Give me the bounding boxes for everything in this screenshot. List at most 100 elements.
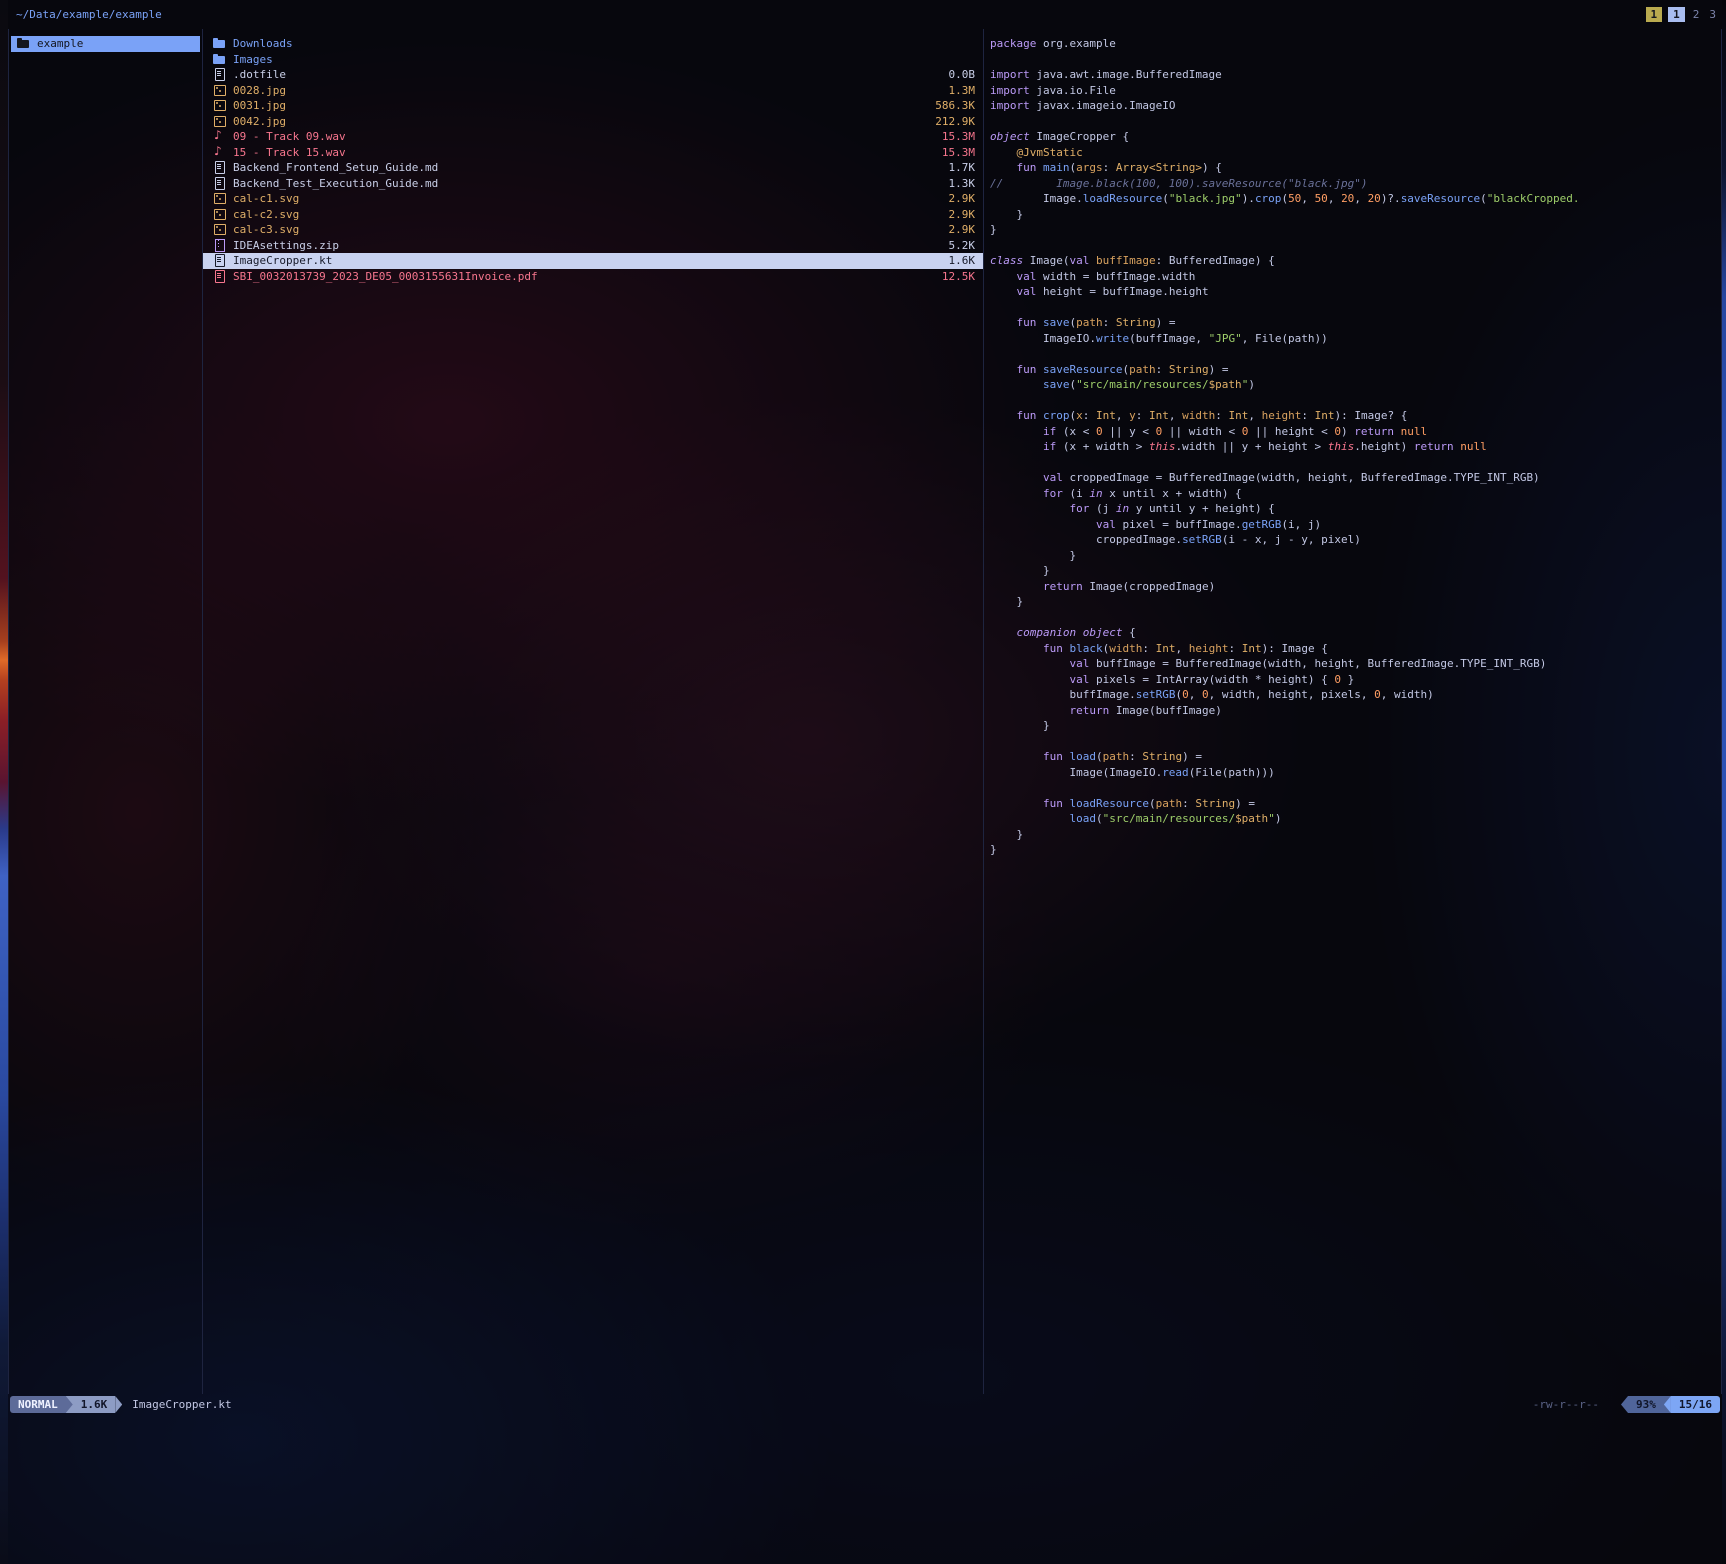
downloads-folder-icon (213, 37, 226, 50)
file-name: Backend_Test_Execution_Guide.md (233, 176, 937, 192)
tab-2[interactable]: 2 (1691, 7, 1702, 22)
code-line: fun load(path: String) = (990, 749, 1721, 765)
file-name: Images (233, 52, 963, 68)
file-name: cal-c3.svg (233, 222, 937, 238)
svg-file-icon (213, 208, 226, 221)
tab-3[interactable]: 3 (1707, 7, 1718, 22)
wallpaper-left-edge (0, 0, 8, 1564)
file-row[interactable]: 0028.jpg1.3M (203, 83, 983, 99)
file-size: 2.9K (949, 191, 976, 207)
status-filename: ImageCropper.kt (132, 1398, 231, 1411)
file-manager-panes: example DownloadsImages.dotfile0.0B0028.… (8, 29, 1722, 1394)
code-line: if (x + width > this.width || y + height… (990, 439, 1721, 455)
code-line: load("src/main/resources/$path") (990, 811, 1721, 827)
file-row[interactable]: Downloads (203, 36, 983, 52)
file-list: DownloadsImages.dotfile0.0B0028.jpg1.3M0… (203, 29, 983, 284)
file-name: 0031.jpg (233, 98, 923, 114)
code-line: } (990, 207, 1721, 223)
file-row[interactable]: cal-c1.svg 2.9K (203, 191, 983, 207)
images-folder-icon (213, 53, 226, 66)
code-line (990, 238, 1721, 254)
code-line: val width = buffImage.width (990, 269, 1721, 285)
file-size: 1.6K (949, 253, 976, 269)
code-line: fun saveResource(path: String) = (990, 362, 1721, 378)
image-file-icon (213, 99, 226, 112)
parent-item-example[interactable]: example (11, 36, 200, 52)
file-size: 5.2K (949, 238, 976, 254)
file-row[interactable]: Backend_Test_Execution_Guide.md 1.3K (203, 176, 983, 192)
file-row[interactable]: cal-c3.svg2.9K (203, 222, 983, 238)
powerline-separator (1664, 1396, 1671, 1413)
file-name: .dotfile (233, 67, 937, 83)
code-line (990, 346, 1721, 362)
svg-file-icon (213, 192, 226, 205)
file-name: 09 - Track 09.wav (233, 129, 930, 145)
audio-file-icon (213, 146, 226, 159)
tab-1[interactable]: 1 (1646, 7, 1663, 22)
code-line: class Image(val buffImage: BufferedImage… (990, 253, 1721, 269)
code-line (990, 300, 1721, 316)
image-file-icon (213, 115, 226, 128)
code-line: } (990, 548, 1721, 564)
file-row[interactable]: .dotfile0.0B (203, 67, 983, 83)
file-size: 586.3K (935, 98, 975, 114)
wallpaper-right-edge (1722, 0, 1726, 1564)
code-line: val croppedImage = BufferedImage(width, … (990, 470, 1721, 486)
file-row[interactable]: IDEAsettings.zip5.2K (203, 238, 983, 254)
code-line: Image(ImageIO.read(File(path))) (990, 765, 1721, 781)
markdown-file-icon (213, 161, 226, 174)
file-name: SBI_0032013739_2023_DE05_0003155631Invoi… (233, 269, 930, 285)
code-line: if (x < 0 || y < 0 || width < 0 || heigh… (990, 424, 1721, 440)
preview-pane[interactable]: package org.example import java.awt.imag… (984, 29, 1722, 1394)
file-row[interactable]: ImageCropper.kt 1.6K (203, 253, 983, 269)
code-line: fun save(path: String) = (990, 315, 1721, 331)
status-bar-right: -rw-r--r-- 93% 15/16 (1533, 1396, 1720, 1413)
file-row[interactable]: SBI_0032013739_2023_DE05_0003155631Invoi… (203, 269, 983, 285)
file-row[interactable]: 0031.jpg 586.3K (203, 98, 983, 114)
code-line: } (990, 594, 1721, 610)
file-row[interactable]: 0042.jpg212.9K (203, 114, 983, 130)
powerline-separator (66, 1396, 73, 1413)
code-line (990, 455, 1721, 471)
code-line (990, 610, 1721, 626)
code-line: Image.loadResource("black.jpg").crop(50,… (990, 191, 1721, 207)
code-line: @JvmStatic (990, 145, 1721, 161)
code-line: val pixels = IntArray(width * height) { … (990, 672, 1721, 688)
code-line: } (990, 222, 1721, 238)
file-row[interactable]: 09 - Track 09.wav15.3M (203, 129, 983, 145)
tab-1[interactable]: 1 (1668, 7, 1685, 22)
parent-directory-list: example (9, 29, 202, 52)
code-line: fun loadResource(path: String) = (990, 796, 1721, 812)
pdf-file-icon (213, 270, 226, 283)
kotlin-file-icon (213, 254, 226, 267)
code-line: } (990, 842, 1721, 858)
code-line: import javax.imageio.ImageIO (990, 98, 1721, 114)
current-pane: DownloadsImages.dotfile0.0B0028.jpg1.3M0… (203, 29, 984, 1394)
file-row[interactable]: 15 - Track 15.wav 15.3M (203, 145, 983, 161)
code-line: } (990, 827, 1721, 843)
code-line: } (990, 563, 1721, 579)
code-line: package org.example (990, 36, 1721, 52)
file-row[interactable]: Images (203, 52, 983, 68)
powerline-separator (115, 1396, 122, 1413)
file-name: cal-c1.svg (233, 191, 937, 207)
file-size: 15.3M (942, 145, 975, 161)
file-row[interactable]: cal-c2.svg2.9K (203, 207, 983, 223)
code-line: // Image.black(100, 100).saveResource("b… (990, 176, 1721, 192)
mode-badge: NORMAL (10, 1396, 66, 1413)
file-size: 1.7K (949, 160, 976, 176)
file-name: Backend_Frontend_Setup_Guide.md (233, 160, 937, 176)
file-name: 15 - Track 15.wav (233, 145, 930, 161)
code-line: ImageIO.write(buffImage, "JPG", File(pat… (990, 331, 1721, 347)
code-line: croppedImage.setRGB(i - x, j - y, pixel) (990, 532, 1721, 548)
code-preview: package org.example import java.awt.imag… (984, 29, 1721, 858)
file-name: 0028.jpg (233, 83, 937, 99)
file-row[interactable]: Backend_Frontend_Setup_Guide.md 1.7K (203, 160, 983, 176)
file-size: 212.9K (935, 114, 975, 130)
tab-bar: 1123 (1646, 7, 1719, 22)
file-name: ImageCropper.kt (233, 253, 937, 269)
code-line (990, 393, 1721, 409)
code-line: return Image(croppedImage) (990, 579, 1721, 595)
file-size: 1.3K (949, 176, 976, 192)
code-line: fun crop(x: Int, y: Int, width: Int, hei… (990, 408, 1721, 424)
